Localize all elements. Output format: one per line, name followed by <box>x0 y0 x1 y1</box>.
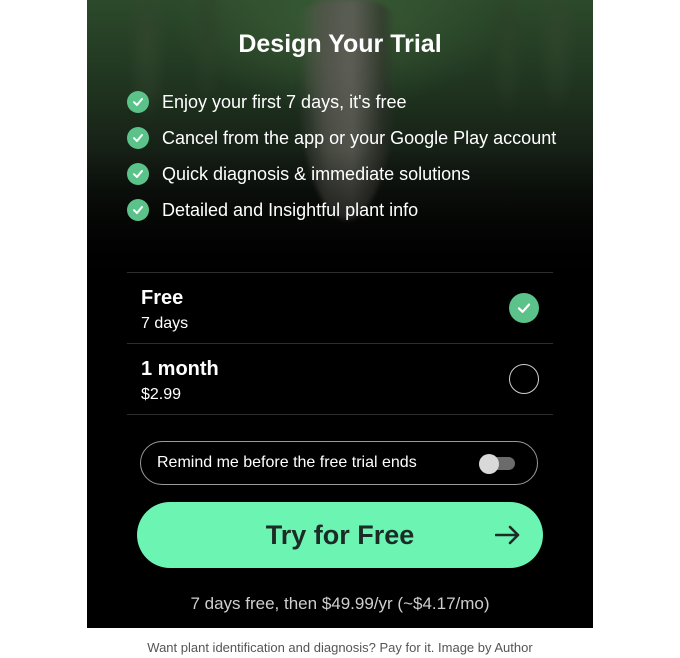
feature-item: Detailed and Insightful plant info <box>127 194 567 227</box>
feature-text: Detailed and Insightful plant info <box>162 200 419 220</box>
page-title: Design Your Trial <box>238 30 442 58</box>
check-circle-icon <box>127 91 149 113</box>
feature-text: Quick diagnosis & immediate solutions <box>162 164 471 184</box>
feature-item: Quick diagnosis & immediate solutions <box>127 158 567 191</box>
check-circle-icon <box>127 163 149 185</box>
switch-thumb <box>479 454 499 474</box>
plan-name: 1 month <box>141 358 219 380</box>
check-circle-icon <box>127 127 149 149</box>
feature-list: Enjoy your first 7 days, it's free Cance… <box>127 86 567 230</box>
feature-text: Enjoy your first 7 days, it's free <box>162 92 407 112</box>
plan-option-1-month[interactable]: 1 month $2.99 <box>127 343 553 415</box>
plan-detail: $2.99 <box>141 386 182 403</box>
image-caption: Want plant identification and diagnosis?… <box>147 640 533 655</box>
plan-name: Free <box>141 287 184 309</box>
plan-detail: 7 days <box>141 315 189 332</box>
try-for-free-button[interactable]: Try for Free <box>137 502 543 568</box>
reminder-label: Remind me before the free trial ends <box>157 454 417 471</box>
feature-text: Cancel from the app or your Google Play … <box>162 128 557 148</box>
trial-screen: Design Your Trial Enjoy your first 7 day… <box>87 0 593 628</box>
check-circle-icon <box>127 199 149 221</box>
pricing-note: 7 days free, then $49.99/yr (~$4.17/mo) <box>190 594 490 613</box>
reminder-toggle-row[interactable]: Remind me before the free trial ends <box>140 441 538 485</box>
cta-label: Try for Free <box>265 520 415 550</box>
plan-option-free[interactable]: Free 7 days <box>127 272 553 343</box>
reminder-switch[interactable] <box>479 454 515 474</box>
check-icon <box>517 303 531 313</box>
feature-item: Cancel from the app or your Google Play … <box>127 122 567 155</box>
feature-item: Enjoy your first 7 days, it's free <box>127 86 567 119</box>
plan-radio-selected[interactable] <box>509 293 539 323</box>
plan-options: Free 7 days 1 month $2.99 <box>127 272 553 415</box>
plan-radio-unselected[interactable] <box>509 364 539 394</box>
arrow-right-icon <box>495 525 520 545</box>
